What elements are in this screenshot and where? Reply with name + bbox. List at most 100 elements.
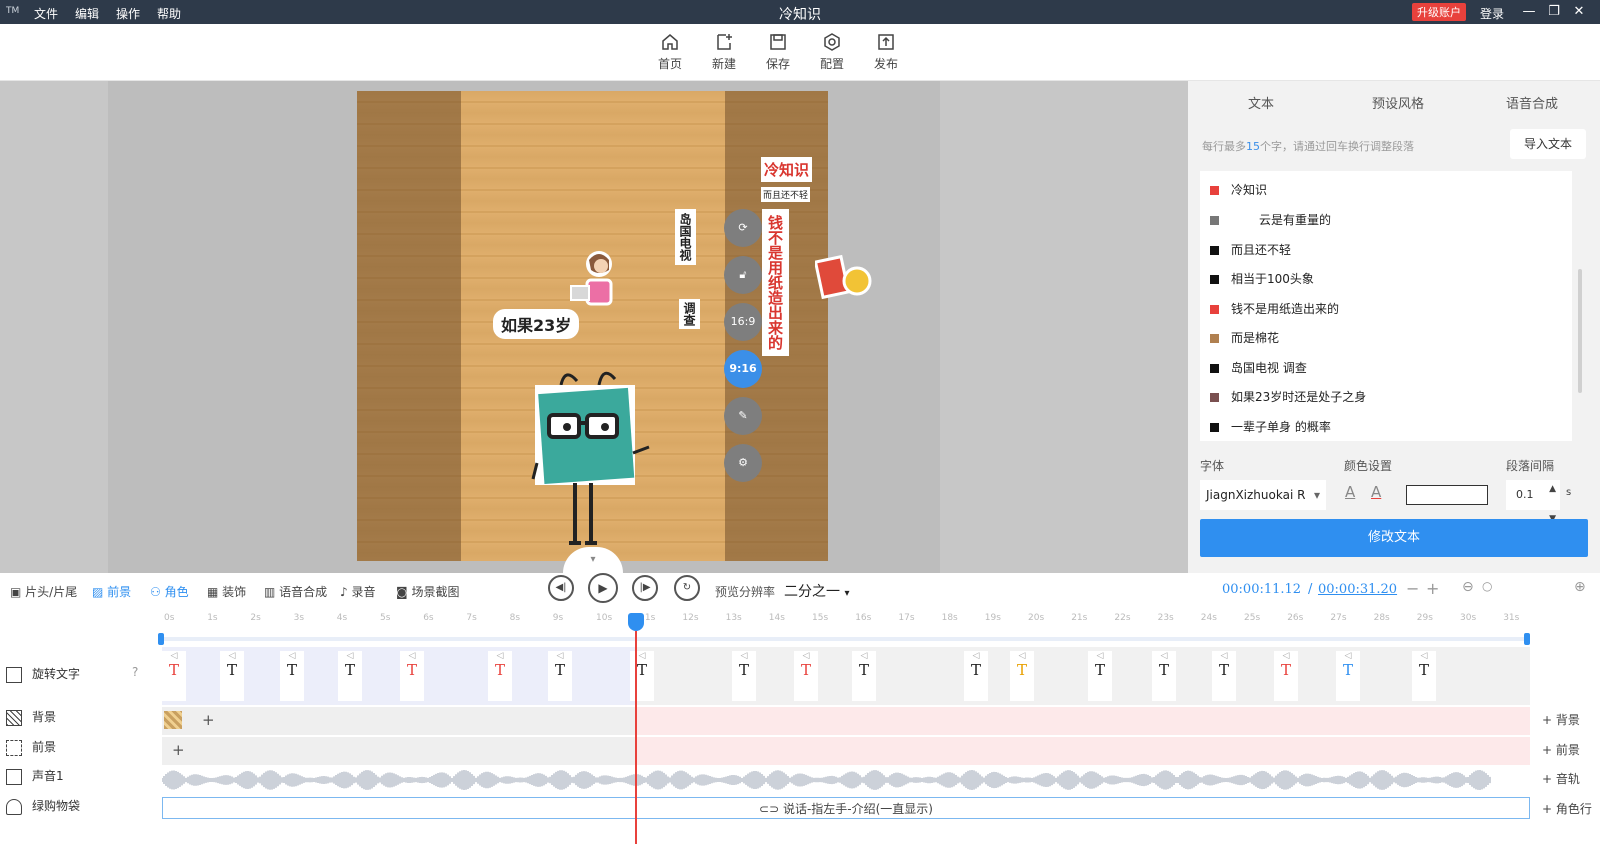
add-background-icon[interactable]: + xyxy=(202,711,215,729)
spacing-stepper[interactable]: 0.1▲▼ xyxy=(1506,480,1560,524)
font-select[interactable]: JiagnXizhuokai R ▾ xyxy=(1200,480,1326,510)
money-sticker-icon[interactable] xyxy=(815,251,875,311)
ratio-9-16-button[interactable]: 9:16 xyxy=(724,350,762,388)
text-clip[interactable]: ◁ T xyxy=(280,651,304,701)
track-label-rotate-text[interactable]: 旋转文字? xyxy=(0,665,138,689)
add-character-row-button[interactable]: + 角色行 xyxy=(1542,800,1592,817)
close-icon[interactable]: ✕ xyxy=(1568,2,1590,22)
next-button[interactable]: |▶ xyxy=(632,575,658,601)
text-clip[interactable]: ◁ T xyxy=(338,651,362,701)
stroke-color-icon[interactable]: A xyxy=(1371,483,1381,501)
text-clip[interactable]: ◁ T xyxy=(400,651,424,701)
text-list[interactable]: 冷知识 云是有重量的 而且还不轻 相当于100头象 钱不是用纸造出来的 而是棉花… xyxy=(1200,171,1582,441)
add-foreground-button[interactable]: + 前景 xyxy=(1542,741,1580,758)
tab-text[interactable]: 文本 xyxy=(1248,93,1274,112)
ratio-16-9-button[interactable]: 16:9 xyxy=(724,303,762,341)
upgrade-account-button[interactable]: 升级账户 xyxy=(1412,3,1466,21)
lane-audio[interactable] xyxy=(162,767,1530,793)
text-row[interactable]: 相当于100头象 xyxy=(1210,270,1314,290)
play-button[interactable]: ▶ xyxy=(588,573,618,603)
text-clip[interactable]: ◁ T xyxy=(630,651,654,701)
text-clip[interactable]: ◁ T xyxy=(162,651,186,701)
add-audio-track-button[interactable]: + 音轨 xyxy=(1542,770,1580,787)
import-text-button[interactable]: 导入文本 xyxy=(1510,129,1586,159)
playhead-handle[interactable] xyxy=(628,613,644,631)
text-list-scrollbar[interactable] xyxy=(1578,269,1582,393)
text-row[interactable]: 冷知识 xyxy=(1210,181,1267,201)
text-clip[interactable]: ◁ T xyxy=(1152,651,1176,701)
modify-text-button[interactable]: 修改文本 xyxy=(1200,519,1588,557)
home-button[interactable]: 首页 xyxy=(645,32,695,72)
text-clip[interactable]: ◁ T xyxy=(852,651,876,701)
edit-button[interactable]: ✎ xyxy=(724,397,762,435)
add-foreground-icon[interactable]: + xyxy=(172,741,185,759)
tab-preset-style[interactable]: 预设风格 xyxy=(1372,93,1424,112)
color-picker-box[interactable] xyxy=(1406,485,1488,505)
tab-foreground[interactable]: ▨ 前景 xyxy=(92,583,131,600)
help-icon[interactable]: ? xyxy=(132,665,138,679)
text-row[interactable]: 而且还不轻 xyxy=(1210,241,1291,261)
tab-intro-outro[interactable]: ▣ 片头/片尾 xyxy=(10,583,77,600)
text-clip[interactable]: ◁ T xyxy=(488,651,512,701)
font-color-icon[interactable]: A xyxy=(1345,483,1355,501)
text-clip[interactable]: ◁ T xyxy=(220,651,244,701)
text-clip[interactable]: ◁ T xyxy=(964,651,988,701)
background-clip[interactable] xyxy=(164,711,182,729)
text-row[interactable]: 钱不是用纸造出来的 xyxy=(1210,300,1339,320)
video-canvas[interactable]: 如果23岁 岛国电视 调查 钱不是用纸造出来的 冷知识 而且还不轻 ⟳ 🔓︎ 1… xyxy=(357,91,828,561)
range-start-handle[interactable] xyxy=(158,633,164,645)
prev-button[interactable]: ◀| xyxy=(548,575,574,601)
minus-icon[interactable]: − xyxy=(1406,579,1419,598)
text-clip[interactable]: ◁ T xyxy=(1088,651,1112,701)
replay-button[interactable]: ↻ xyxy=(674,575,700,601)
text-row[interactable]: 云是有重量的 xyxy=(1210,211,1331,231)
tab-screenshot[interactable]: ◙ 场景截图 xyxy=(396,583,459,600)
sticker-title[interactable]: 冷知识 xyxy=(761,157,813,182)
zoom-out-icon[interactable]: ⊖ xyxy=(1462,579,1474,595)
text-clip[interactable]: ◁ T xyxy=(1010,651,1034,701)
vertical-text-money[interactable]: 钱不是用纸造出来的 xyxy=(762,209,789,356)
minimize-icon[interactable]: — xyxy=(1518,2,1540,22)
text-clip[interactable]: ◁ T xyxy=(548,651,572,701)
role-clip[interactable]: ⊂⊃ 说话-指左手-介绍(一直显示) xyxy=(163,800,1529,817)
text-clip[interactable]: ◁ T xyxy=(732,651,756,701)
lane-character[interactable]: ⊂⊃ 说话-指左手-介绍(一直显示) xyxy=(162,797,1530,819)
zoom-in-icon[interactable]: ⊕ xyxy=(1574,579,1586,595)
publish-button[interactable]: 发布 xyxy=(861,32,911,72)
plus-icon[interactable]: + xyxy=(1426,579,1439,598)
tab-tts[interactable]: 语音合成 xyxy=(1506,93,1558,112)
text-clip[interactable]: ◁ T xyxy=(794,651,818,701)
rotate-button[interactable]: ⟳ xyxy=(724,209,762,247)
track-label-background[interactable]: 背景 xyxy=(0,708,56,732)
settings-button[interactable]: 配置 xyxy=(807,32,857,72)
canvas-settings-button[interactable]: ⚙ xyxy=(724,444,762,482)
text-row[interactable]: 岛国电视 调查 xyxy=(1210,359,1307,379)
time-ruler[interactable]: 0s 1s 2s 3s 4s 5s 6s 7s 8s 9s 10s 11s 12s 13s 14s 15s 16… xyxy=(160,609,1530,631)
text-row[interactable]: 如果23岁时还是处子之身 xyxy=(1210,388,1366,408)
track-label-character[interactable]: 绿购物袋 xyxy=(0,797,80,821)
text-clip[interactable]: ◁ T xyxy=(1336,651,1360,701)
text-row[interactable]: 而是棉花 xyxy=(1210,329,1279,349)
tab-character[interactable]: ⚇ 角色 xyxy=(150,583,189,600)
track-label-audio[interactable]: 声音1 xyxy=(0,767,64,791)
lane-rotate-text[interactable]: ◁ T ◁ T ◁ T ◁ T ◁ T ◁ T ◁ T ◁ T ◁ T ◁ T ◁ T ◁ T ◁ T ◁ T ◁ T ◁ T ◁ T ◁ T ◁ T xyxy=(162,647,1530,705)
woman-sticker-icon[interactable] xyxy=(565,246,625,316)
vertical-text-survey[interactable]: 调查 xyxy=(679,299,700,329)
track-label-foreground[interactable]: 前景 xyxy=(0,738,56,762)
login-button[interactable]: 登录 xyxy=(1480,5,1504,22)
resolution-select[interactable]: 二分之一 ▾ xyxy=(784,581,849,601)
lane-foreground[interactable]: + xyxy=(162,737,1530,765)
text-clip[interactable]: ◁ T xyxy=(1212,651,1236,701)
unlock-button[interactable]: 🔓︎ xyxy=(724,256,762,294)
tab-decoration[interactable]: ▦ 装饰 xyxy=(207,583,246,600)
lane-background[interactable]: + xyxy=(162,707,1530,735)
playhead-line[interactable] xyxy=(635,631,637,844)
text-clip[interactable]: ◁ T xyxy=(1412,651,1436,701)
zoom-slider-handle[interactable]: ○ xyxy=(1482,579,1492,593)
restore-icon[interactable]: ❐ xyxy=(1543,2,1565,22)
range-end-handle[interactable] xyxy=(1524,633,1530,645)
add-background-button[interactable]: + 背景 xyxy=(1542,711,1580,728)
vertical-text-tv[interactable]: 岛国电视 xyxy=(675,209,696,265)
save-button[interactable]: 保存 xyxy=(753,32,803,72)
tab-record[interactable]: ♪ 录音 xyxy=(340,583,376,600)
